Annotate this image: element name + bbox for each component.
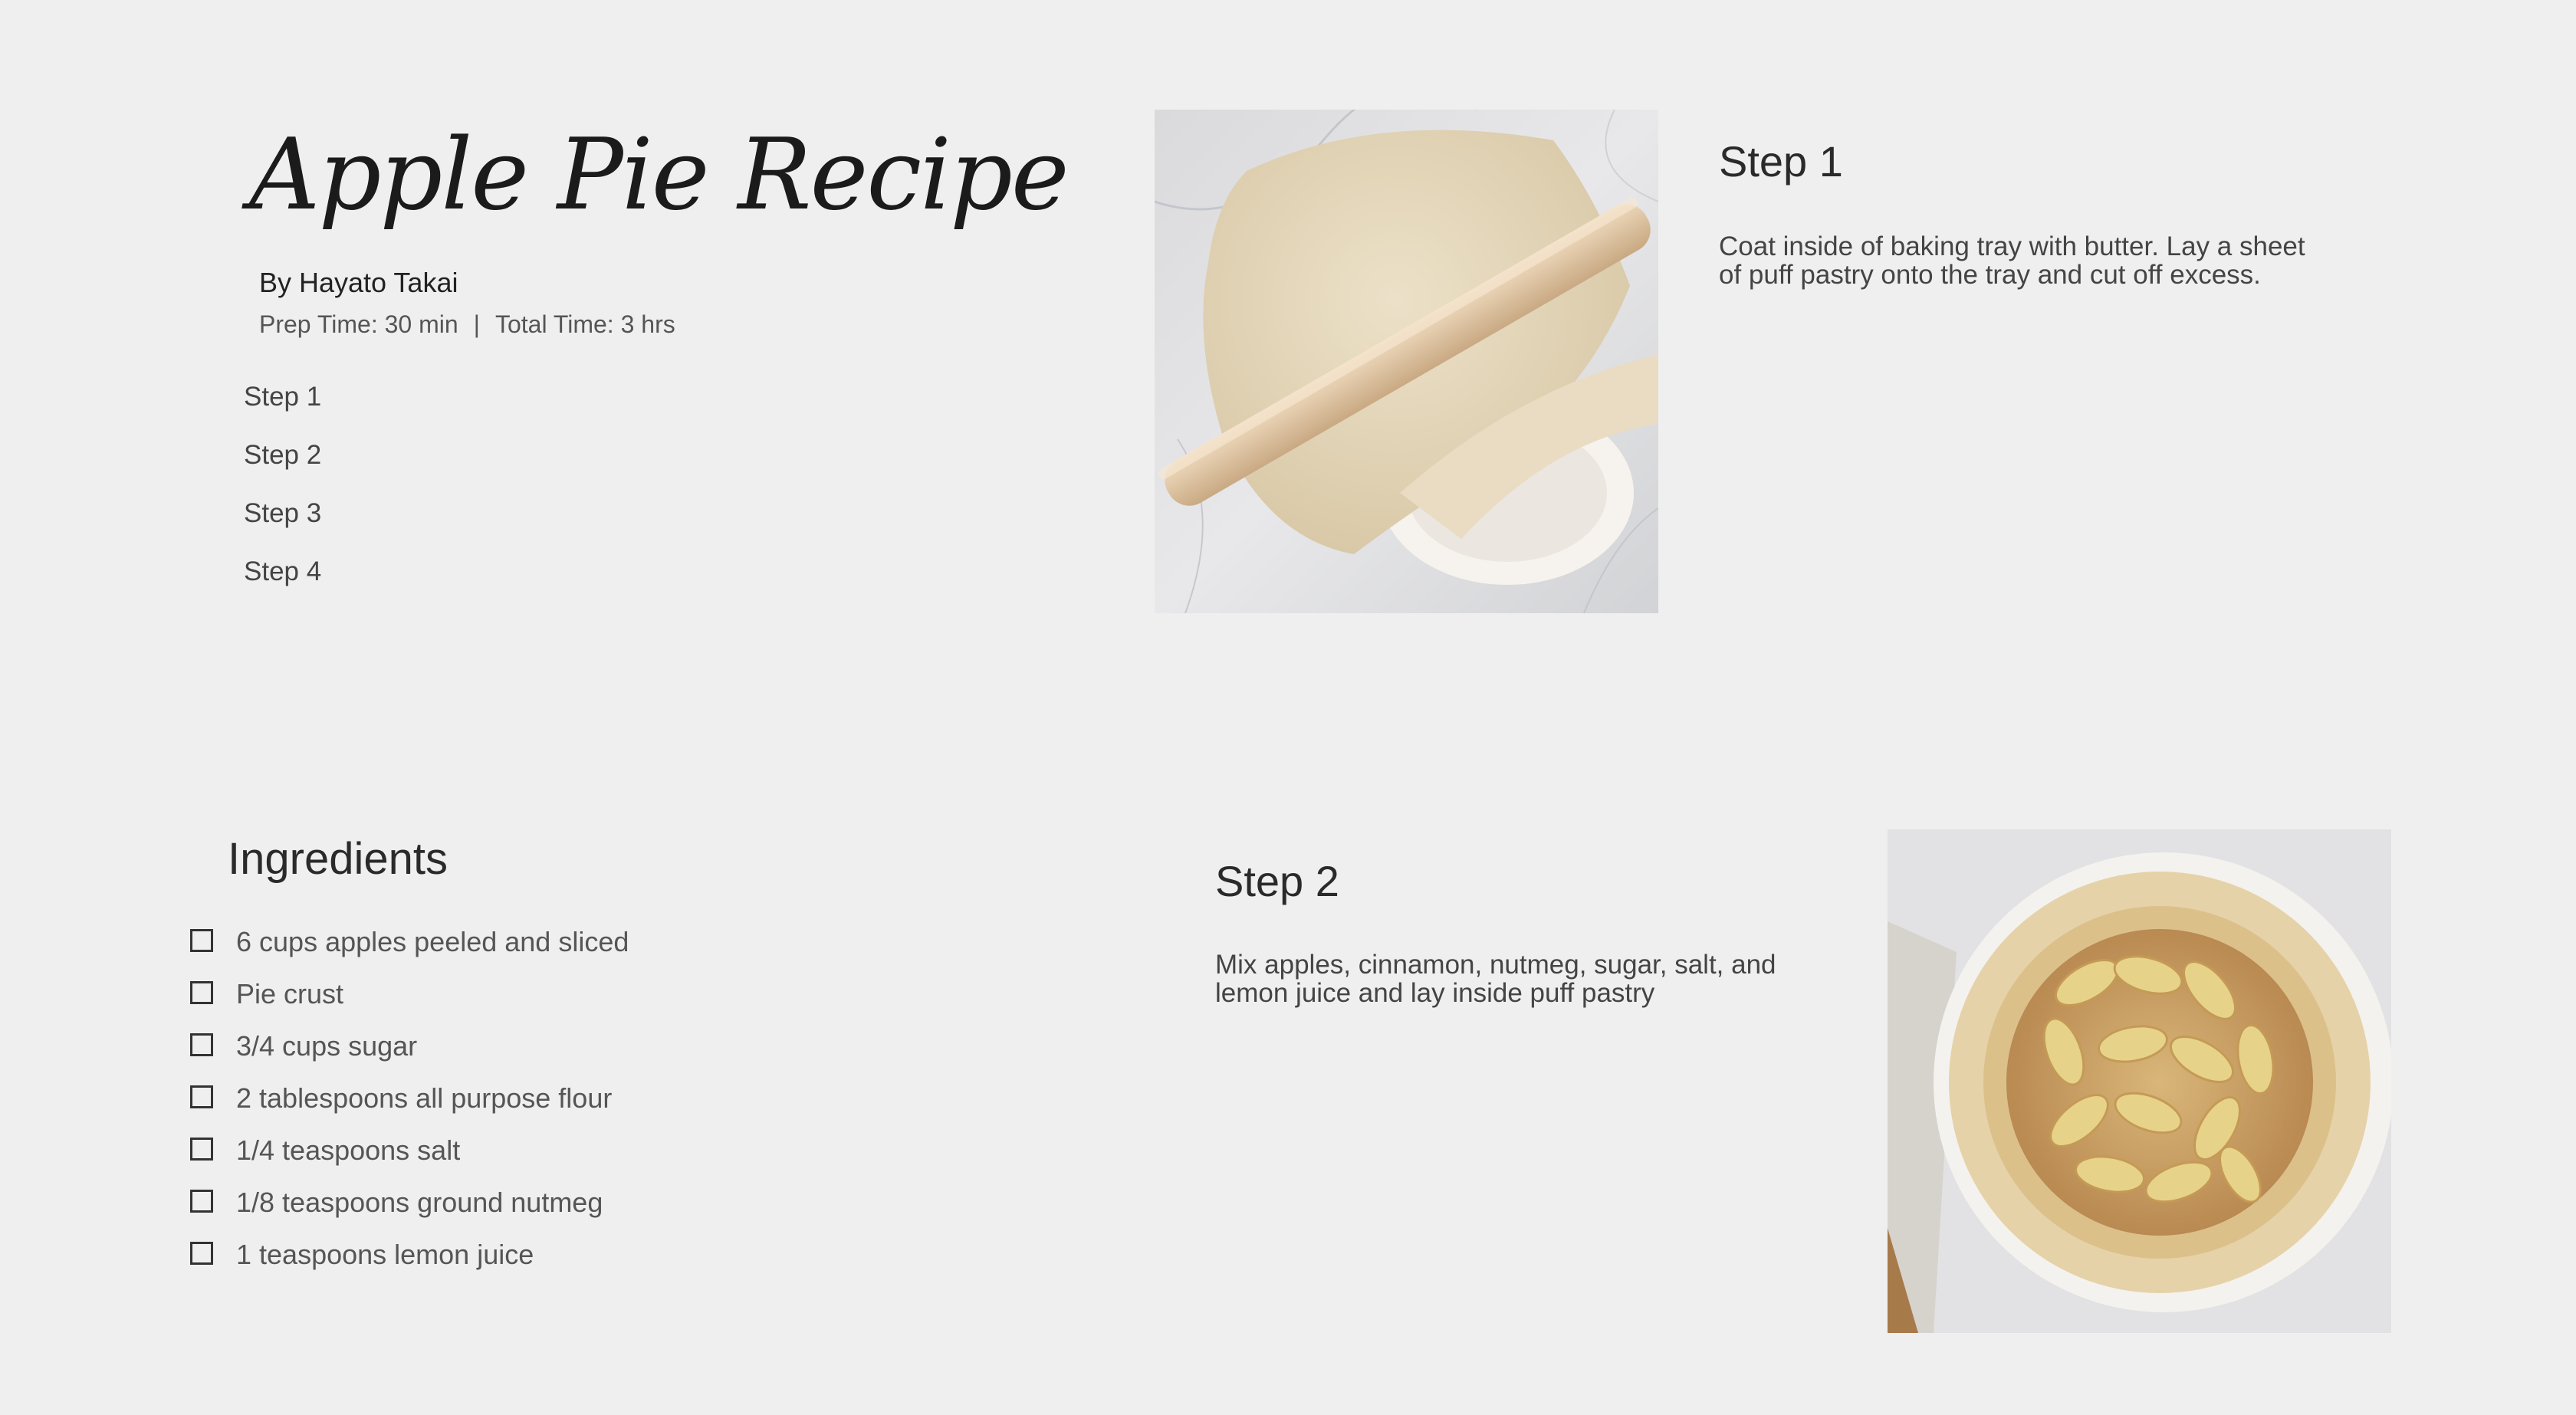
step-1-description: Coat inside of baking tray with butter. … xyxy=(1719,231,2305,290)
ingredient-label: Pie crust xyxy=(236,978,344,1010)
ingredient-label: 2 tablespoons all purpose flour xyxy=(236,1082,613,1114)
step-nav-item-3[interactable]: Step 3 xyxy=(244,494,321,552)
ingredient-item: Pie crust xyxy=(190,977,629,1029)
ingredient-item: 6 cups apples peeled and sliced xyxy=(190,925,629,977)
ingredient-checkbox[interactable] xyxy=(190,1190,213,1213)
step-navigation: Step 1 Step 2 Step 3 Step 4 xyxy=(244,377,321,610)
ingredient-list: 6 cups apples peeled and sliced Pie crus… xyxy=(190,925,629,1290)
recipe-times: Prep Time: 30 min | Total Time: 3 hrs xyxy=(259,310,675,339)
ingredient-label: 1 teaspoons lemon juice xyxy=(236,1239,534,1270)
ingredient-item: 1/4 teaspoons salt xyxy=(190,1134,629,1186)
recipe-title: Apple Pie Recipe xyxy=(249,118,1070,232)
ingredient-label: 1/8 teaspoons ground nutmeg xyxy=(236,1187,603,1218)
step-nav-item-4[interactable]: Step 4 xyxy=(244,552,321,610)
ingredient-label: 6 cups apples peeled and sliced xyxy=(236,926,629,957)
step-nav-item-1[interactable]: Step 1 xyxy=(244,377,321,435)
ingredients-heading: Ingredients xyxy=(228,834,448,884)
ingredient-checkbox[interactable] xyxy=(190,1138,213,1161)
ingredient-item: 1/8 teaspoons ground nutmeg xyxy=(190,1186,629,1238)
ingredient-item: 2 tablespoons all purpose flour xyxy=(190,1082,629,1134)
ingredient-checkbox[interactable] xyxy=(190,981,213,1004)
ingredient-checkbox[interactable] xyxy=(190,1033,213,1056)
ingredient-item: 1 teaspoons lemon juice xyxy=(190,1238,629,1290)
total-time: Total Time: 3 hrs xyxy=(495,310,675,338)
ingredient-checkbox[interactable] xyxy=(190,1085,213,1108)
step-nav-item-2[interactable]: Step 2 xyxy=(244,435,321,494)
step-2-photo xyxy=(1888,829,2391,1333)
prep-time: Prep Time: 30 min xyxy=(259,310,458,338)
step-2-description: Mix apples, cinnamon, nutmeg, sugar, sal… xyxy=(1215,950,1776,1008)
ingredient-label: 3/4 cups sugar xyxy=(236,1030,418,1062)
ingredient-item: 3/4 cups sugar xyxy=(190,1029,629,1082)
step-1-photo xyxy=(1155,110,1658,613)
recipe-author: By Hayato Takai xyxy=(259,267,458,298)
ingredient-label: 1/4 teaspoons salt xyxy=(236,1134,461,1166)
ingredient-checkbox[interactable] xyxy=(190,929,213,952)
time-separator: | xyxy=(473,310,480,338)
step-1-heading: Step 1 xyxy=(1719,137,1843,185)
step-2-heading: Step 2 xyxy=(1215,857,1339,905)
ingredient-checkbox[interactable] xyxy=(190,1242,213,1265)
